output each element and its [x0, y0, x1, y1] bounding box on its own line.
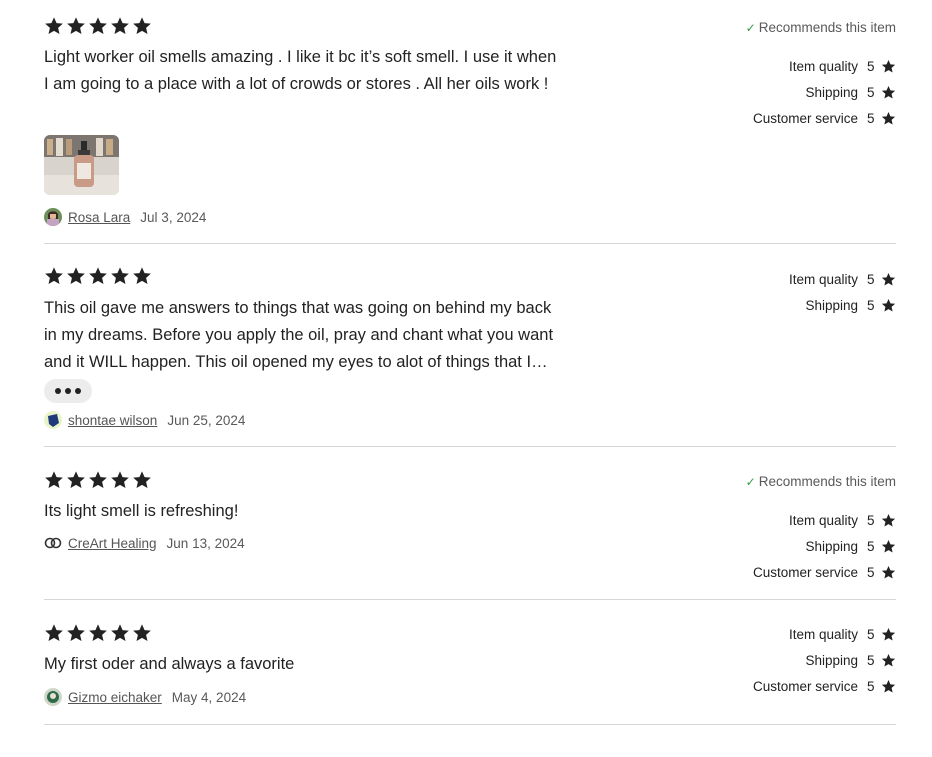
- star-icon: [881, 59, 896, 74]
- star-icon: [132, 623, 152, 643]
- review-item: Its light smell is refreshing! CreArt He…: [44, 470, 896, 600]
- rating-row: Customer service 5: [753, 673, 896, 699]
- star-icon: [881, 627, 896, 642]
- rating-row: Item quality 5: [753, 621, 896, 647]
- review-text: Light worker oil smells amazing . I like…: [44, 48, 557, 93]
- rating-row: Customer service 5: [753, 105, 896, 131]
- star-rating: [44, 16, 152, 36]
- review-date: Jul 3, 2024: [140, 209, 207, 225]
- avatar: [44, 688, 62, 706]
- star-icon: [66, 623, 86, 643]
- avatar: [44, 534, 62, 552]
- dot-icon: [55, 388, 61, 394]
- rating-row: Customer service 5: [753, 559, 896, 585]
- star-icon: [66, 16, 86, 36]
- star-icon: [110, 470, 130, 490]
- star-icon: [88, 470, 108, 490]
- dot-icon: [75, 388, 81, 394]
- rating-row: Item quality 5: [753, 507, 896, 533]
- star-rating: [44, 266, 152, 286]
- check-icon: ✓: [745, 20, 756, 35]
- reviewer-name-link[interactable]: Rosa Lara: [68, 210, 130, 225]
- check-icon: ✓: [745, 474, 756, 489]
- star-icon: [44, 266, 64, 286]
- review-date: Jun 13, 2024: [166, 535, 245, 551]
- recommends-badge: ✓ Recommends this item: [745, 20, 896, 35]
- reviewer-name-link[interactable]: CreArt Healing: [68, 536, 157, 551]
- rating-row: Item quality 5: [789, 266, 896, 292]
- star-icon: [881, 539, 896, 554]
- star-icon: [66, 470, 86, 490]
- rating-row: Shipping 5: [753, 533, 896, 559]
- star-icon: [881, 679, 896, 694]
- star-icon: [132, 470, 152, 490]
- sub-ratings: Item quality 5 Shipping 5: [789, 266, 896, 318]
- star-icon: [44, 16, 64, 36]
- rating-row: Shipping 5: [753, 79, 896, 105]
- star-icon: [110, 266, 130, 286]
- star-icon: [881, 111, 896, 126]
- star-icon: [881, 513, 896, 528]
- star-icon: [881, 653, 896, 668]
- star-rating: [44, 470, 152, 490]
- dot-icon: [65, 388, 71, 394]
- review-date: Jun 25, 2024: [167, 412, 246, 428]
- avatar: [44, 411, 62, 429]
- review-text: Its light smell is refreshing!: [44, 502, 239, 520]
- review-item: This oil gave me answers to things that …: [44, 266, 896, 447]
- oil-bottle-photo: [44, 135, 119, 195]
- review-item: Light worker oil smells amazing . I like…: [44, 16, 896, 244]
- star-icon: [881, 565, 896, 580]
- reviewer-name-link[interactable]: shontae wilson: [68, 413, 157, 428]
- star-icon: [132, 16, 152, 36]
- sub-ratings: Item quality 5 Shipping 5 Customer servi…: [753, 507, 896, 585]
- review-text: This oil gave me answers to things that …: [44, 299, 554, 371]
- rating-row: Item quality 5: [753, 53, 896, 79]
- sub-ratings: Item quality 5 Shipping 5 Customer servi…: [753, 53, 896, 131]
- star-icon: [66, 266, 86, 286]
- star-icon: [881, 298, 896, 313]
- rating-row: Shipping 5: [753, 647, 896, 673]
- star-icon: [88, 16, 108, 36]
- recommends-badge: ✓ Recommends this item: [745, 474, 896, 489]
- reviewer-name-link[interactable]: Gizmo eichaker: [68, 690, 162, 705]
- show-more-button[interactable]: [44, 379, 92, 403]
- review-text: My first oder and always a favorite: [44, 655, 295, 673]
- star-icon: [132, 266, 152, 286]
- rating-row: Shipping 5: [789, 292, 896, 318]
- star-icon: [88, 623, 108, 643]
- review-photo[interactable]: [44, 135, 119, 195]
- avatar: [44, 208, 62, 226]
- sub-ratings: Item quality 5 Shipping 5 Customer servi…: [753, 621, 896, 699]
- star-icon: [881, 85, 896, 100]
- review-date: May 4, 2024: [171, 689, 247, 705]
- review-item: My first oder and always a favorite Gizm…: [44, 623, 896, 725]
- star-icon: [44, 470, 64, 490]
- star-rating: [44, 623, 152, 643]
- star-icon: [44, 623, 64, 643]
- star-icon: [110, 623, 130, 643]
- star-icon: [881, 272, 896, 287]
- star-icon: [110, 16, 130, 36]
- star-icon: [88, 266, 108, 286]
